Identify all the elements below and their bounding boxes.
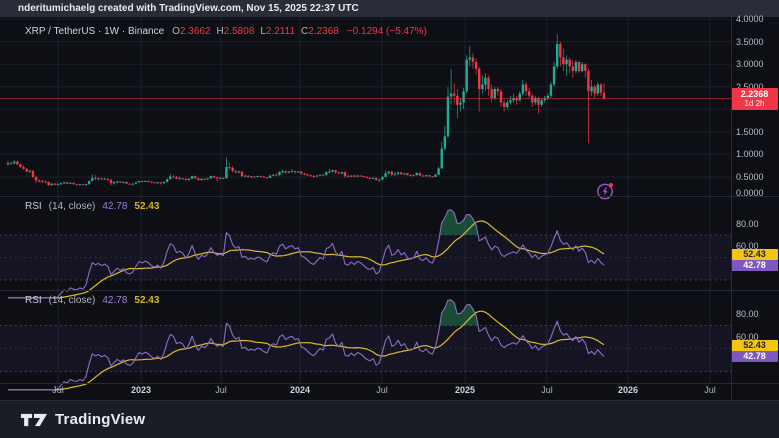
time-axis-label: 2026 xyxy=(618,385,638,396)
rsi-title[interactable]: RSI xyxy=(25,295,42,306)
time-axis-label: Jul xyxy=(376,385,388,396)
time-axis-label: Jul xyxy=(52,385,64,396)
price-axis-separator xyxy=(731,17,732,400)
footer-bar: TradingView xyxy=(0,400,779,438)
price-axis-label: 3.0000 xyxy=(736,59,764,69)
tradingview-chart-screenshot: nderitumichaelg created with TradingView… xyxy=(0,0,779,438)
time-axis-separator xyxy=(0,383,779,384)
rsi-ma-value: 52.43 xyxy=(134,201,159,212)
rsi-pane-1 xyxy=(0,210,731,299)
rsi-ma-value: 52.43 xyxy=(134,295,159,306)
time-axis-label: Jul xyxy=(215,385,227,396)
rsi-pane-2 xyxy=(0,300,731,391)
ohlc-item: L2.2111 xyxy=(260,26,295,37)
ohlc-item: O2.3662 xyxy=(172,26,210,37)
tradingview-logo-text: TradingView xyxy=(55,411,145,428)
price-axis-label: 4.0000 xyxy=(736,14,764,24)
time-axis-label: 2025 xyxy=(455,385,475,396)
rsi-legend-1[interactable]: RSI (14, close) 42.78 52.43 xyxy=(25,201,159,212)
ohlc-values: O2.3662 H2.5808 L2.2111 C2.2368 xyxy=(172,26,339,37)
rsi-title[interactable]: RSI xyxy=(25,201,42,212)
ohlc-item: C2.2368 xyxy=(301,26,339,37)
rsi-axis-label: 80.00 xyxy=(736,219,759,229)
time-axis-label: 2024 xyxy=(290,385,310,396)
time-axis-label: Jul xyxy=(704,385,716,396)
rsi-params: (14, close) xyxy=(49,295,96,306)
rsi-value: 42.78 xyxy=(102,201,127,212)
rsi-purple-badge: 42.78 xyxy=(731,351,778,362)
time-axis-label: 2023 xyxy=(131,385,151,396)
price-axis-label: 0.5000 xyxy=(736,172,764,182)
candles-group xyxy=(7,34,605,186)
symbol-title[interactable]: XRP / TetherUS · 1W · Binance xyxy=(25,26,164,37)
rsi-yellow-badge: 52.43 xyxy=(731,340,778,351)
flash-events-icon[interactable] xyxy=(595,181,615,201)
last-price: 2.2368 xyxy=(731,89,778,99)
ohlc-item: H2.5808 xyxy=(217,26,255,37)
pane-separator-1[interactable] xyxy=(0,196,779,197)
attribution-bar: nderitumichaelg created with TradingView… xyxy=(0,0,779,17)
notification-dot xyxy=(609,183,613,187)
lightning-icon xyxy=(595,181,615,201)
attribution-text: nderitumichaelg created with TradingView… xyxy=(18,3,359,14)
rsi-axis-label: 80.00 xyxy=(736,309,759,319)
tradingview-logo-icon xyxy=(20,412,48,428)
price-axis-label: 3.5000 xyxy=(736,37,764,47)
price-axis-label: 1.5000 xyxy=(736,127,764,137)
time-axis-label: Jul xyxy=(541,385,553,396)
price-axis-label: 1.0000 xyxy=(736,149,764,159)
bar-countdown: 1d 2h xyxy=(731,99,778,108)
rsi-params: (14, close) xyxy=(49,201,96,212)
change-value: −0.1294 (−5.47%) xyxy=(347,26,427,37)
symbol-legend[interactable]: XRP / TetherUS · 1W · Binance O2.3662 H2.… xyxy=(25,26,427,37)
rsi-yellow-badge: 52.43 xyxy=(731,249,778,260)
pane-separator-2[interactable] xyxy=(0,290,779,291)
tradingview-logo[interactable]: TradingView xyxy=(20,411,145,428)
last-price-badge: 2.2368 1d 2h xyxy=(731,88,778,110)
rsi-purple-badge: 42.78 xyxy=(731,260,778,271)
rsi-legend-2[interactable]: RSI (14, close) 42.78 52.43 xyxy=(25,295,159,306)
rsi-value: 42.78 xyxy=(102,295,127,306)
